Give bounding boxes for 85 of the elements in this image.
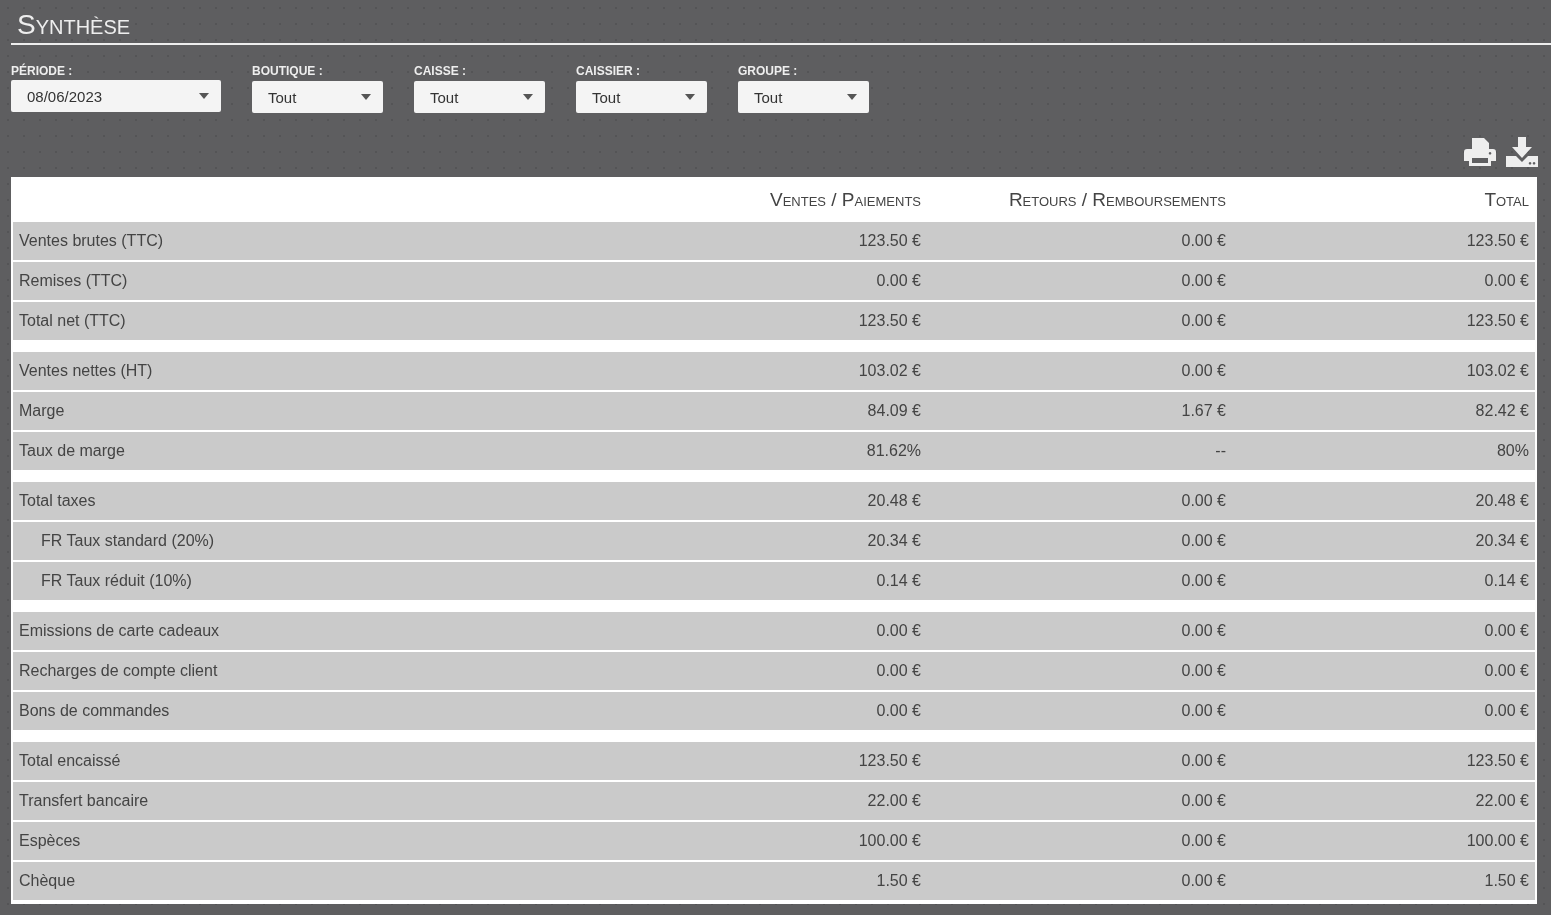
table-cell-text: 1.50 € xyxy=(1483,872,1530,890)
page-title: Synthèse xyxy=(17,11,131,39)
table-cell-text: 123.50 € xyxy=(857,752,921,770)
table-cell-text: 1.67 € xyxy=(1180,402,1226,420)
table-cell-text: 100.00 € xyxy=(857,832,921,850)
table-cell-text: -- xyxy=(1214,442,1226,460)
row-label: Total net (TTC) xyxy=(18,312,127,330)
row-label: Ventes brutes (TTC) xyxy=(18,232,165,250)
table-cell-text: 0.00 € xyxy=(875,272,921,290)
table-cell-text: 0.14 € xyxy=(875,572,921,590)
table-cell-text: 20.48 € xyxy=(1474,492,1530,510)
filter-label: GROUPE : xyxy=(738,64,799,78)
row-label: Remises (TTC) xyxy=(18,272,129,290)
column-header: Ventes / Paiements xyxy=(769,188,921,211)
dropdown[interactable]: Tout xyxy=(414,81,545,113)
table-cell-text: 123.50 € xyxy=(1465,312,1530,330)
table-cell-text: 0.00 € xyxy=(1483,662,1530,680)
row-label: Transfert bancaire xyxy=(18,792,150,810)
table-cell-text: 103.02 € xyxy=(1465,362,1530,380)
table-cell-text: 123.50 € xyxy=(857,232,921,250)
table-cell-text: 0.00 € xyxy=(1180,752,1226,770)
table-cell-text: 0.00 € xyxy=(875,662,921,680)
table-cell-text: 123.50 € xyxy=(1465,232,1530,250)
table-cell-text: 80% xyxy=(1495,442,1530,460)
row-label: Marge xyxy=(18,402,66,420)
download-icon[interactable] xyxy=(1506,137,1538,167)
table-cell-text: 20.34 € xyxy=(866,532,921,550)
table-cell-text: 0.00 € xyxy=(1180,492,1226,510)
table-cell-text: 20.48 € xyxy=(866,492,921,510)
table-cell-text: 0.00 € xyxy=(1180,792,1226,810)
table-cell-text: 0.00 € xyxy=(1180,832,1226,850)
row-label: Bons de commandes xyxy=(18,702,171,720)
row-label: Total taxes xyxy=(18,492,97,510)
row-label: FR Taux standard (20%) xyxy=(40,532,216,550)
table-cell-text: 0.00 € xyxy=(1483,622,1530,640)
table-cell-text: 84.09 € xyxy=(866,402,921,420)
print-icon[interactable] xyxy=(1464,137,1496,167)
table-cell-text: 123.50 € xyxy=(857,312,921,330)
filter-label: PÉRIODE : xyxy=(11,64,74,78)
table-cell-text: 0.00 € xyxy=(1180,312,1226,330)
table-cell-text: 0.00 € xyxy=(1180,362,1226,380)
table-cell-text: 0.00 € xyxy=(875,622,921,640)
table-cell-text: 0.00 € xyxy=(1483,702,1530,720)
filter-label: CAISSIER : xyxy=(576,64,641,78)
table-cell-text: 0.00 € xyxy=(1180,622,1226,640)
table-cell-text: 103.02 € xyxy=(857,362,921,380)
caret-icon xyxy=(199,93,209,99)
table-cell-text: 0.00 € xyxy=(1180,872,1226,890)
table-cell-text: 20.34 € xyxy=(1474,532,1530,550)
table-cell-text: 22.00 € xyxy=(1474,792,1530,810)
dropdown[interactable]: Tout xyxy=(252,81,383,113)
row-label: Chèque xyxy=(18,872,77,890)
table-cell-text: 100.00 € xyxy=(1465,832,1530,850)
filter-label: CAISSE : xyxy=(414,64,467,78)
table-cell-text: 123.50 € xyxy=(1465,752,1530,770)
table-cell-text: 0.00 € xyxy=(1180,272,1226,290)
row-label: Ventes nettes (HT) xyxy=(18,362,154,380)
filter-label: BOUTIQUE : xyxy=(252,64,324,78)
dropdown[interactable]: Tout xyxy=(738,81,869,113)
table-cell-text: 0.00 € xyxy=(1483,272,1530,290)
column-header: Total xyxy=(1483,188,1530,211)
row-label: Emissions de carte cadeaux xyxy=(18,622,221,640)
table-cell-text: 0.00 € xyxy=(875,702,921,720)
table-cell-text: 0.00 € xyxy=(1180,702,1226,720)
row-label: Espèces xyxy=(18,832,82,850)
table-cell-text: 0.00 € xyxy=(1180,662,1226,680)
dropdown[interactable]: 08/06/2023 xyxy=(11,80,221,112)
row-label: Recharges de compte client xyxy=(18,662,219,680)
table-cell-text: 0.00 € xyxy=(1180,232,1226,250)
table-cell-text: 81.62% xyxy=(865,442,921,460)
caret-icon xyxy=(685,94,695,100)
table-cell-text: 0.14 € xyxy=(1483,572,1530,590)
table-cell-text: 0.00 € xyxy=(1180,532,1226,550)
table-cell-text: 82.42 € xyxy=(1474,402,1530,420)
caret-icon xyxy=(361,94,371,100)
row-label: Total encaissé xyxy=(18,752,122,770)
column-header: Retours / Remboursements xyxy=(1007,188,1226,211)
table-cell-text: 0.00 € xyxy=(1180,572,1226,590)
row-label: Taux de marge xyxy=(18,442,126,460)
caret-icon xyxy=(523,94,533,100)
dropdown[interactable]: Tout xyxy=(576,81,707,113)
caret-icon xyxy=(847,94,857,100)
table-cell-text: 1.50 € xyxy=(875,872,921,890)
table-cell-text: 22.00 € xyxy=(866,792,921,810)
row-label: FR Taux réduit (10%) xyxy=(40,572,193,590)
